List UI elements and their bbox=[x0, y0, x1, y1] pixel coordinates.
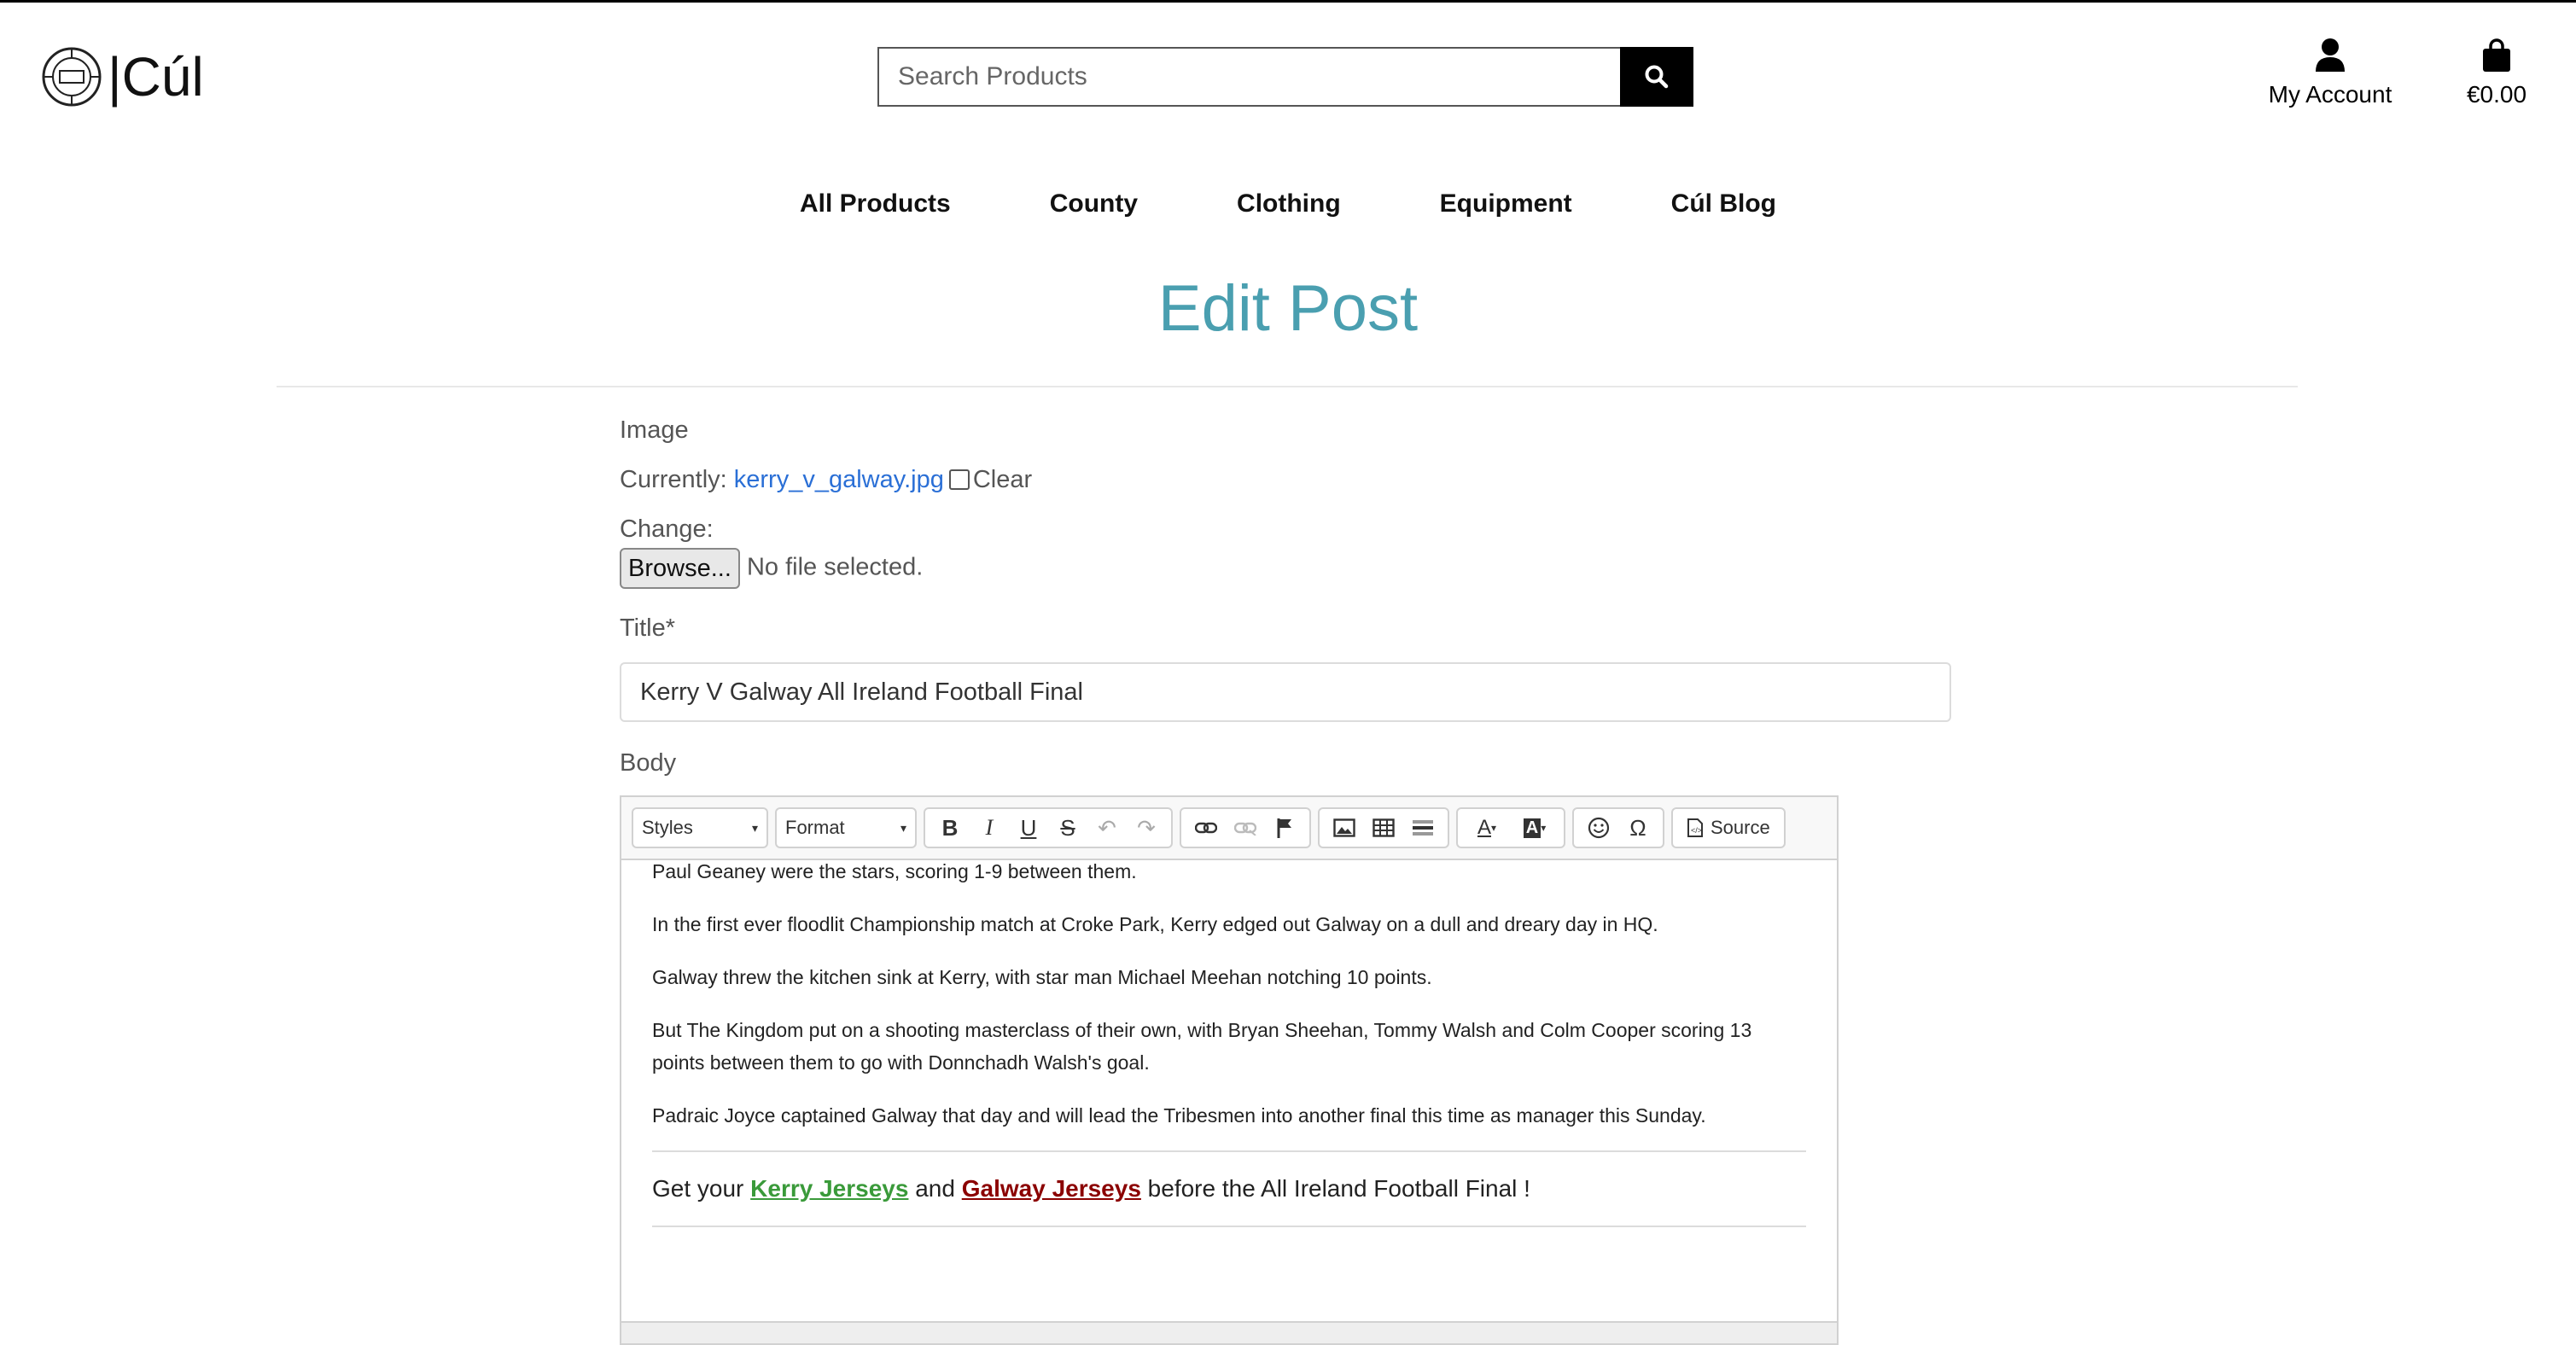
title-label: Title* bbox=[620, 614, 675, 642]
redo-icon[interactable]: ↷ bbox=[1127, 809, 1166, 847]
jersey-cta: Get your Kerry Jerseys and Galway Jersey… bbox=[652, 1171, 1806, 1207]
gaa-ball-icon bbox=[42, 47, 102, 107]
body-paragraph: Paul Geaney were the stars, scoring 1-9 … bbox=[652, 860, 1137, 882]
underline-icon[interactable]: U bbox=[1009, 809, 1048, 847]
site-logo[interactable]: |Cúl bbox=[41, 43, 204, 111]
body-paragraph: Padraic Joyce captained Galway that day … bbox=[652, 1104, 1706, 1127]
clear-label: Clear bbox=[972, 466, 1033, 493]
shopping-bag-icon bbox=[2483, 38, 2510, 72]
unlink-icon[interactable] bbox=[1226, 809, 1265, 847]
top-border bbox=[0, 0, 2576, 3]
styles-label: Styles bbox=[642, 817, 693, 838]
link-group bbox=[1180, 807, 1311, 848]
background-color-icon[interactable]: A ▾ bbox=[1511, 809, 1559, 847]
dropdown-arrow-icon: ▾ bbox=[751, 820, 758, 835]
body-paragraph: In the first ever floodlit Championship … bbox=[652, 913, 1658, 935]
smiley-icon[interactable] bbox=[1579, 809, 1618, 847]
table-icon[interactable] bbox=[1364, 809, 1403, 847]
special-character-icon[interactable]: Ω bbox=[1618, 809, 1658, 847]
search-bar bbox=[877, 47, 1693, 107]
dropdown-arrow-icon: ▾ bbox=[900, 820, 906, 835]
strikethrough-icon[interactable]: S bbox=[1048, 809, 1087, 847]
source-label: Source bbox=[1711, 817, 1770, 838]
browse-button[interactable]: Browse... bbox=[620, 548, 740, 589]
horizontal-line-icon[interactable] bbox=[1403, 809, 1442, 847]
currently-label: Currently: bbox=[620, 466, 727, 493]
image-label: Image bbox=[620, 416, 689, 444]
text-style-group: B I U S ↶ ↷ bbox=[924, 807, 1173, 848]
divider bbox=[277, 386, 2298, 387]
cta-text: and bbox=[908, 1175, 962, 1202]
page-title: Edit Post bbox=[1157, 272, 1419, 345]
editor-content[interactable]: Paul Geaney were the stars, scoring 1-9 … bbox=[621, 855, 1837, 1227]
search-button[interactable] bbox=[1620, 47, 1693, 107]
file-input-row: Browse... No file selected. bbox=[620, 548, 923, 589]
nav-cul-blog[interactable]: Cúl Blog bbox=[1671, 189, 1776, 218]
title-input[interactable] bbox=[620, 662, 1951, 722]
svg-text:</>: </> bbox=[1691, 826, 1702, 835]
styles-dropdown[interactable]: Styles ▾ bbox=[632, 807, 768, 848]
change-label: Change: bbox=[620, 515, 714, 543]
main-nav: All Products County Clothing Equipment C… bbox=[0, 189, 2576, 218]
cart-link[interactable]: €0.00 bbox=[2458, 38, 2535, 108]
current-image-link[interactable]: kerry_v_galway.jpg bbox=[734, 466, 944, 493]
symbols-group: Ω bbox=[1572, 807, 1664, 848]
search-input[interactable] bbox=[877, 47, 1621, 107]
source-button[interactable]: </> Source bbox=[1671, 807, 1786, 848]
content-divider bbox=[652, 1150, 1806, 1152]
italic-icon[interactable]: I bbox=[970, 809, 1009, 847]
link-icon[interactable] bbox=[1186, 809, 1226, 847]
kerry-jerseys-link[interactable]: Kerry Jerseys bbox=[750, 1175, 908, 1202]
editor-toolbar: Styles ▾ Format ▾ B I U S ↶ ↷ A ▾ A ▾ Ω … bbox=[621, 797, 1837, 860]
nav-all-products[interactable]: All Products bbox=[800, 189, 951, 218]
body-paragraph: Galway threw the kitchen sink at Kerry, … bbox=[652, 966, 1432, 988]
content-divider bbox=[652, 1226, 1806, 1227]
insert-group bbox=[1318, 807, 1449, 848]
nav-county[interactable]: County bbox=[1050, 189, 1138, 218]
cta-text: Get your bbox=[652, 1175, 751, 1202]
editor-status-bar bbox=[621, 1321, 1837, 1343]
cta-text: before the All Ireland Football Final ! bbox=[1140, 1175, 1530, 1202]
nav-equipment[interactable]: Equipment bbox=[1440, 189, 1572, 218]
current-image-row: Currently: kerry_v_galway.jpg Clear bbox=[620, 466, 1032, 494]
color-group: A ▾ A ▾ bbox=[1456, 807, 1565, 848]
search-icon bbox=[1645, 65, 1669, 89]
nav-clothing[interactable]: Clothing bbox=[1237, 189, 1341, 218]
rich-text-editor: Styles ▾ Format ▾ B I U S ↶ ↷ A ▾ A ▾ Ω … bbox=[620, 795, 1839, 1345]
clear-checkbox[interactable] bbox=[948, 469, 970, 490]
undo-icon[interactable]: ↶ bbox=[1087, 809, 1127, 847]
anchor-flag-icon[interactable] bbox=[1265, 809, 1304, 847]
cart-total: €0.00 bbox=[2466, 81, 2527, 108]
no-file-text: No file selected. bbox=[746, 553, 924, 581]
my-account-link[interactable]: My Account bbox=[2253, 38, 2407, 108]
my-account-label: My Account bbox=[2268, 81, 2392, 108]
logo-text: |Cúl bbox=[108, 46, 204, 108]
text-color-icon[interactable]: A ▾ bbox=[1463, 809, 1511, 847]
source-icon: </> bbox=[1687, 818, 1703, 837]
format-dropdown[interactable]: Format ▾ bbox=[775, 807, 917, 848]
body-label: Body bbox=[620, 749, 677, 777]
format-label: Format bbox=[785, 817, 845, 838]
bold-icon[interactable]: B bbox=[930, 809, 970, 847]
image-icon[interactable] bbox=[1325, 809, 1364, 847]
galway-jerseys-link[interactable]: Galway Jerseys bbox=[962, 1175, 1141, 1202]
user-icon bbox=[2316, 38, 2345, 72]
body-paragraph: But The Kingdom put on a shooting master… bbox=[652, 1019, 1752, 1074]
